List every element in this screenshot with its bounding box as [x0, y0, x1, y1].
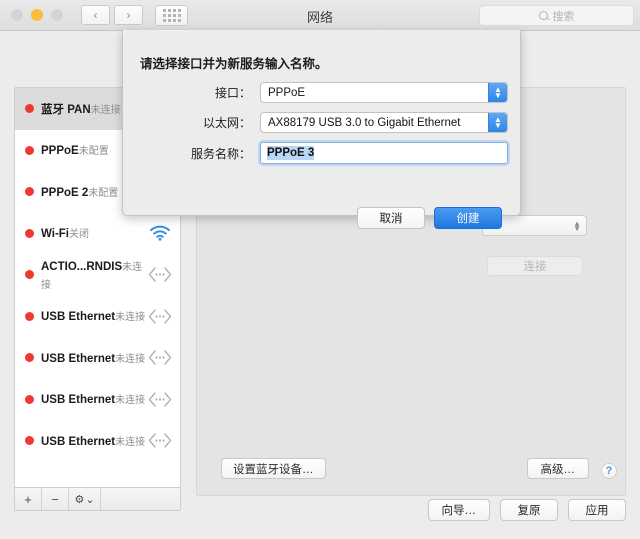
help-button[interactable]: ?	[601, 463, 617, 479]
grid-icon	[162, 8, 181, 22]
service-name: USB Ethernet	[41, 394, 116, 407]
service-name: PPPoE	[41, 145, 79, 158]
service-list-item[interactable]: USB Ethernet未连接	[15, 296, 180, 338]
apply-button[interactable]: 应用	[568, 499, 626, 521]
ethernet-icon	[148, 350, 172, 365]
status-dot-icon	[25, 228, 34, 238]
window-controls	[11, 9, 63, 21]
gear-icon: ⚙	[74, 493, 85, 506]
service-status: 未连接	[115, 353, 146, 365]
service-text: USB Ethernet未连接	[41, 390, 146, 408]
service-list-item[interactable]: USB Ethernet未连接	[15, 420, 180, 462]
chevron-updown-icon: ▲ ▼	[488, 83, 507, 102]
service-status: 未连接	[115, 436, 146, 448]
sheet-buttons: 取消 创建	[357, 207, 502, 229]
search-icon	[538, 11, 548, 20]
service-status: 未连接	[115, 395, 146, 407]
new-service-sheet: 请选择接口并为新服务输入名称。 接口： PPPoE ▲ ▼ 以太网： AX8817…	[122, 30, 521, 229]
ethernet-icon	[148, 392, 172, 407]
service-icon	[146, 305, 174, 327]
service-text: ACTIO...RNDIS未连接	[41, 257, 146, 293]
revert-button[interactable]: 复原	[500, 499, 558, 521]
status-dot-icon	[25, 270, 34, 280]
service-icon	[146, 347, 174, 369]
status-dot-icon	[25, 145, 34, 155]
service-name-input[interactable]: PPPoE 3	[260, 142, 508, 164]
sidebar-toolbar: + − ⚙ ⌄	[15, 487, 180, 510]
assistant-button[interactable]: 向导…	[427, 499, 490, 521]
advanced-button[interactable]: 高级…	[526, 458, 589, 479]
ethernet-value: AX88179 USB 3.0 to Gigabit Ethernet	[268, 116, 461, 129]
connect-button[interactable]: 连接	[487, 256, 583, 276]
network-preferences-window: ‹ › 网络 搜索 蓝牙 PAN未连接 PPPoE未配置 PPPoE 2未配置 Wi-…	[0, 0, 640, 539]
ethernet-label: 以太网：	[202, 116, 251, 130]
service-status: 关闭	[69, 229, 89, 241]
service-name: PPPoE 2	[41, 186, 89, 199]
add-service-button[interactable]: +	[15, 488, 42, 510]
status-dot-icon	[25, 104, 34, 114]
interface-popup-button[interactable]: PPPoE ▲ ▼	[260, 82, 508, 103]
service-icon	[146, 430, 174, 452]
service-icon	[146, 222, 174, 244]
window-footer-buttons: 向导… 复原 应用	[427, 499, 626, 521]
minimize-button[interactable]	[31, 9, 43, 21]
close-button[interactable]	[11, 9, 23, 21]
service-list-item[interactable]: USB Ethernet未连接	[15, 337, 180, 379]
bluetooth-setup-button[interactable]: 设置蓝牙设备…	[221, 458, 326, 479]
interface-value: PPPoE	[268, 86, 306, 99]
service-status: 未配置	[78, 146, 109, 158]
service-name: USB Ethernet	[41, 435, 116, 448]
service-status: 未连接	[115, 312, 146, 324]
service-name: 蓝牙 PAN	[41, 103, 91, 116]
service-actions-button[interactable]: ⚙ ⌄	[69, 488, 101, 510]
service-list-item[interactable]: USB Ethernet未连接	[15, 379, 180, 421]
chevron-down-icon: ⌄	[85, 493, 95, 506]
service-text: USB Ethernet未连接	[41, 432, 146, 450]
chevron-updown-icon: ▲ ▼	[573, 218, 581, 233]
service-name: USB Ethernet	[41, 352, 116, 365]
status-dot-icon	[25, 353, 34, 363]
cancel-button[interactable]: 取消	[357, 207, 425, 229]
service-name-label: 服务名称：	[190, 146, 251, 161]
service-list-item[interactable]: ACTIO...RNDIS未连接	[15, 254, 180, 296]
status-dot-icon	[25, 394, 34, 404]
ethernet-popup-button[interactable]: AX88179 USB 3.0 to Gigabit Ethernet ▲ ▼	[260, 112, 508, 133]
service-icon	[146, 264, 174, 286]
create-button[interactable]: 创建	[434, 207, 502, 229]
status-dot-icon	[25, 311, 34, 321]
service-name-row: 服务名称： PPPoE 3	[140, 142, 508, 164]
service-text: Wi-Fi关闭	[41, 224, 146, 242]
ethernet-icon	[148, 433, 172, 448]
service-name: ACTIO...RNDIS	[41, 260, 123, 273]
back-button[interactable]: ‹	[81, 5, 110, 25]
service-icon	[146, 388, 174, 410]
titlebar: ‹ › 网络 搜索	[0, 0, 640, 31]
search-placeholder: 搜索	[552, 10, 575, 23]
status-dot-icon	[25, 187, 34, 197]
search-input[interactable]: 搜索	[479, 5, 634, 26]
service-name: Wi-Fi	[41, 228, 69, 241]
service-text: USB Ethernet未连接	[41, 349, 146, 367]
service-text: USB Ethernet未连接	[41, 307, 146, 325]
service-name: USB Ethernet	[41, 311, 116, 324]
show-all-button[interactable]	[155, 4, 188, 26]
wifi-icon	[150, 225, 170, 242]
ethernet-icon	[148, 309, 172, 324]
service-status: 未配置	[88, 187, 119, 199]
sheet-title: 请选择接口并为新服务输入名称。	[140, 57, 328, 71]
interface-row: 接口： PPPoE ▲ ▼	[140, 82, 508, 103]
service-status: 未连接	[90, 104, 121, 116]
forward-button[interactable]: ›	[114, 5, 143, 25]
ethernet-icon	[148, 267, 172, 282]
status-dot-icon	[25, 436, 34, 446]
nav-buttons: ‹ ›	[81, 5, 143, 25]
zoom-button[interactable]	[51, 9, 63, 21]
chevron-updown-icon: ▲ ▼	[488, 113, 507, 132]
ethernet-row: 以太网： AX88179 USB 3.0 to Gigabit Ethernet…	[140, 112, 508, 133]
service-list-item[interactable]: Wi-Fi关闭	[15, 213, 180, 255]
sidebar-toolbar-filler	[101, 488, 180, 510]
remove-service-button[interactable]: −	[42, 488, 69, 510]
interface-label: 接口：	[214, 86, 251, 100]
service-name-value: PPPoE 3	[267, 146, 315, 160]
